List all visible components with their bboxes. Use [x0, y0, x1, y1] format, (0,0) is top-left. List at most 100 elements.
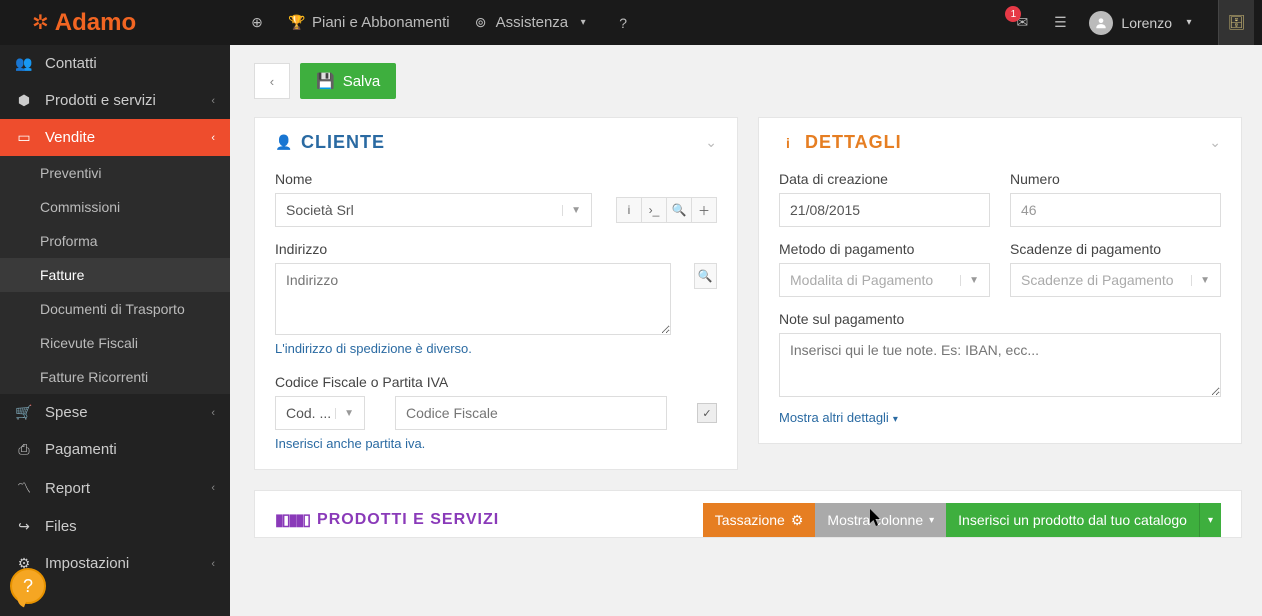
contacts-icon: 👥: [15, 55, 33, 72]
nome-value: Società Srl: [286, 202, 354, 218]
mostra-altri-dettagli-link[interactable]: Mostra altri dettagli: [779, 410, 898, 425]
indirizzo-label: Indirizzo: [275, 241, 717, 257]
share-icon: ↪: [15, 518, 33, 535]
sidebar-item-report[interactable]: 〽Report‹: [0, 468, 230, 508]
collapse-button[interactable]: ⌄: [1209, 134, 1221, 151]
inserisci-prodotto-button[interactable]: Inserisci un prodotto dal tuo catalogo: [946, 503, 1199, 537]
lifebuoy-icon: ⊚: [472, 14, 490, 31]
check-icon: ✓: [702, 407, 711, 420]
inserisci-prodotto-label: Inserisci un prodotto dal tuo catalogo: [958, 512, 1187, 528]
panel-dettagli-title: DETTAGLI: [805, 132, 902, 153]
money-icon: ⎙: [15, 441, 33, 458]
cf-type-select[interactable]: Cod. ... ▼: [275, 396, 365, 430]
chevron-down-icon: ▾: [1208, 515, 1213, 526]
add-button[interactable]: ＋: [691, 197, 717, 223]
topbar-right: ✉ 1 ☰ Lorenzo ▾ 🗄: [1013, 0, 1262, 45]
user-menu[interactable]: Lorenzo ▾: [1089, 11, 1198, 35]
metodo-label: Metodo di pagamento: [779, 241, 990, 257]
topnav-support-label: Assistenza: [496, 14, 569, 31]
sidebar-sub-fatture-ric[interactable]: Fatture Ricorrenti: [0, 360, 230, 394]
topnav-support[interactable]: ⊚Assistenza▾: [472, 14, 593, 31]
cf-checkbox[interactable]: ✓: [697, 403, 717, 423]
collapse-button[interactable]: ⌄: [705, 134, 717, 151]
sidebar-sub-proforma[interactable]: Proforma: [0, 224, 230, 258]
inserisci-prodotto-dropdown[interactable]: ▾: [1199, 503, 1221, 537]
sidebar-sub-preventivi[interactable]: Preventivi: [0, 156, 230, 190]
sidebar-sub-fatture[interactable]: Fatture: [0, 258, 230, 292]
spedizione-diversa-link[interactable]: L'indirizzo di spedizione è diverso.: [275, 341, 717, 356]
sidebar-label: Vendite: [45, 129, 95, 146]
mostra-colonne-label: Mostra colonne: [827, 512, 923, 528]
sidebar-sub-ddt[interactable]: Documenti di Trasporto: [0, 292, 230, 326]
cf-label: Codice Fiscale o Partita IVA: [275, 374, 717, 390]
chevron-down-icon: ▼: [335, 408, 354, 419]
info-icon: i: [628, 203, 631, 217]
search-button[interactable]: 🔍: [666, 197, 692, 223]
chevron-left-icon: ‹: [211, 482, 215, 494]
sidebar-sub-ricevute[interactable]: Ricevute Fiscali: [0, 326, 230, 360]
indirizzo-search-button[interactable]: 🔍: [694, 263, 717, 289]
info-button[interactable]: i: [616, 197, 642, 223]
tassazione-button[interactable]: Tassazione⚙: [703, 503, 816, 537]
sidebar-sub-commissioni[interactable]: Commissioni: [0, 190, 230, 224]
brand-icon: ✲: [32, 10, 49, 35]
metodo-select[interactable]: Modalita di Pagamento ▼: [779, 263, 990, 297]
sidebar-label: Report: [45, 480, 90, 497]
sidebar-item-prodotti[interactable]: ⬢Prodotti e servizi‹: [0, 82, 230, 119]
trophy-icon: 🏆: [288, 14, 306, 31]
panel-cliente: 👤 CLIENTE ⌄ Nome Società Srl ▼ i ›_ 🔍 ＋: [254, 117, 738, 470]
chevron-left-icon: ‹: [211, 407, 215, 419]
sidebar-item-files[interactable]: ↪Files: [0, 508, 230, 545]
save-button[interactable]: 💾Salva: [300, 63, 396, 99]
agenda-button[interactable]: ☰: [1051, 14, 1069, 31]
scadenze-select[interactable]: Scadenze di Pagamento ▼: [1010, 263, 1221, 297]
notifications-button[interactable]: ✉ 1: [1013, 14, 1031, 31]
cf-input[interactable]: [395, 396, 667, 430]
barcode-icon: ▮▯▮▮▯: [275, 510, 309, 530]
panel-cliente-header: 👤 CLIENTE ⌄: [275, 132, 717, 153]
topnav-plans[interactable]: 🏆 Piani e Abbonamenti: [288, 14, 450, 31]
panel-cliente-title: CLIENTE: [301, 132, 385, 153]
topnav-help[interactable]: ?: [614, 15, 632, 31]
chevron-left-icon: ‹: [270, 74, 274, 89]
sidebar-item-vendite[interactable]: ▭Vendite‹: [0, 119, 230, 156]
toolbar: ‹ 💾Salva: [254, 63, 1242, 99]
panel-dettagli: i DETTAGLI ⌄ Data di creazione Numero Me…: [758, 117, 1242, 444]
nome-actions: i ›_ 🔍 ＋: [616, 197, 717, 223]
prodotti-button-bar: Tassazione⚙ Mostra colonne▾ Inserisci un…: [703, 503, 1221, 537]
topnav: ⊕ 🏆Piani e Abbonamenti ⊚Assistenza▾ ?: [230, 14, 1013, 31]
card-icon: ▭: [15, 129, 33, 146]
numero-label: Numero: [1010, 171, 1221, 187]
topnav-plans-label: Piani e Abbonamenti: [312, 14, 450, 31]
package-icon: ⬢: [15, 92, 33, 109]
terminal-button[interactable]: ›_: [641, 197, 667, 223]
metodo-placeholder: Modalita di Pagamento: [790, 272, 933, 288]
brand[interactable]: ✲ Adamo: [0, 9, 230, 37]
mostra-colonne-button[interactable]: Mostra colonne▾: [815, 503, 946, 537]
topnav-add[interactable]: ⊕: [248, 14, 266, 31]
sidebar-label: Spese: [45, 404, 88, 421]
topbar: ✲ Adamo ⊕ 🏆 Piani e Abbonamenti ⊚ Assisten…: [0, 0, 1262, 45]
person-icon: 👤: [275, 134, 293, 151]
sidebar-item-contatti[interactable]: 👥Contatti: [0, 45, 230, 82]
database-icon: 🗄: [1228, 14, 1246, 31]
cf-type-value: Cod. ...: [286, 405, 331, 421]
panel-prodotti: ▮▯▮▮▯ PRODOTTI E SERVIZI Tassazione⚙ Mos…: [254, 490, 1242, 538]
sidebar: 👥Contatti ⬢Prodotti e servizi‹ ▭ Vendite ‹…: [0, 45, 230, 616]
back-button[interactable]: ‹: [254, 63, 290, 99]
indirizzo-input[interactable]: [275, 263, 671, 335]
chevron-down-icon: ▼: [1191, 275, 1210, 286]
sidebar-item-pagamenti[interactable]: ⎙Pagamenti: [0, 431, 230, 468]
data-input[interactable]: [779, 193, 990, 227]
note-input[interactable]: [779, 333, 1221, 397]
sidebar-item-spese[interactable]: 🛒Spese‹: [0, 394, 230, 431]
topnav-db-button[interactable]: 🗄: [1218, 0, 1254, 45]
nome-label: Nome: [275, 171, 717, 187]
numero-input[interactable]: [1010, 193, 1221, 227]
nome-select[interactable]: Società Srl ▼: [275, 193, 592, 227]
help-bubble[interactable]: ?: [10, 568, 46, 604]
search-icon: 🔍: [698, 269, 713, 283]
brand-text: Adamo: [55, 9, 136, 37]
piva-link[interactable]: Inserisci anche partita iva.: [275, 436, 717, 451]
sidebar-label: Impostazioni: [45, 555, 129, 572]
